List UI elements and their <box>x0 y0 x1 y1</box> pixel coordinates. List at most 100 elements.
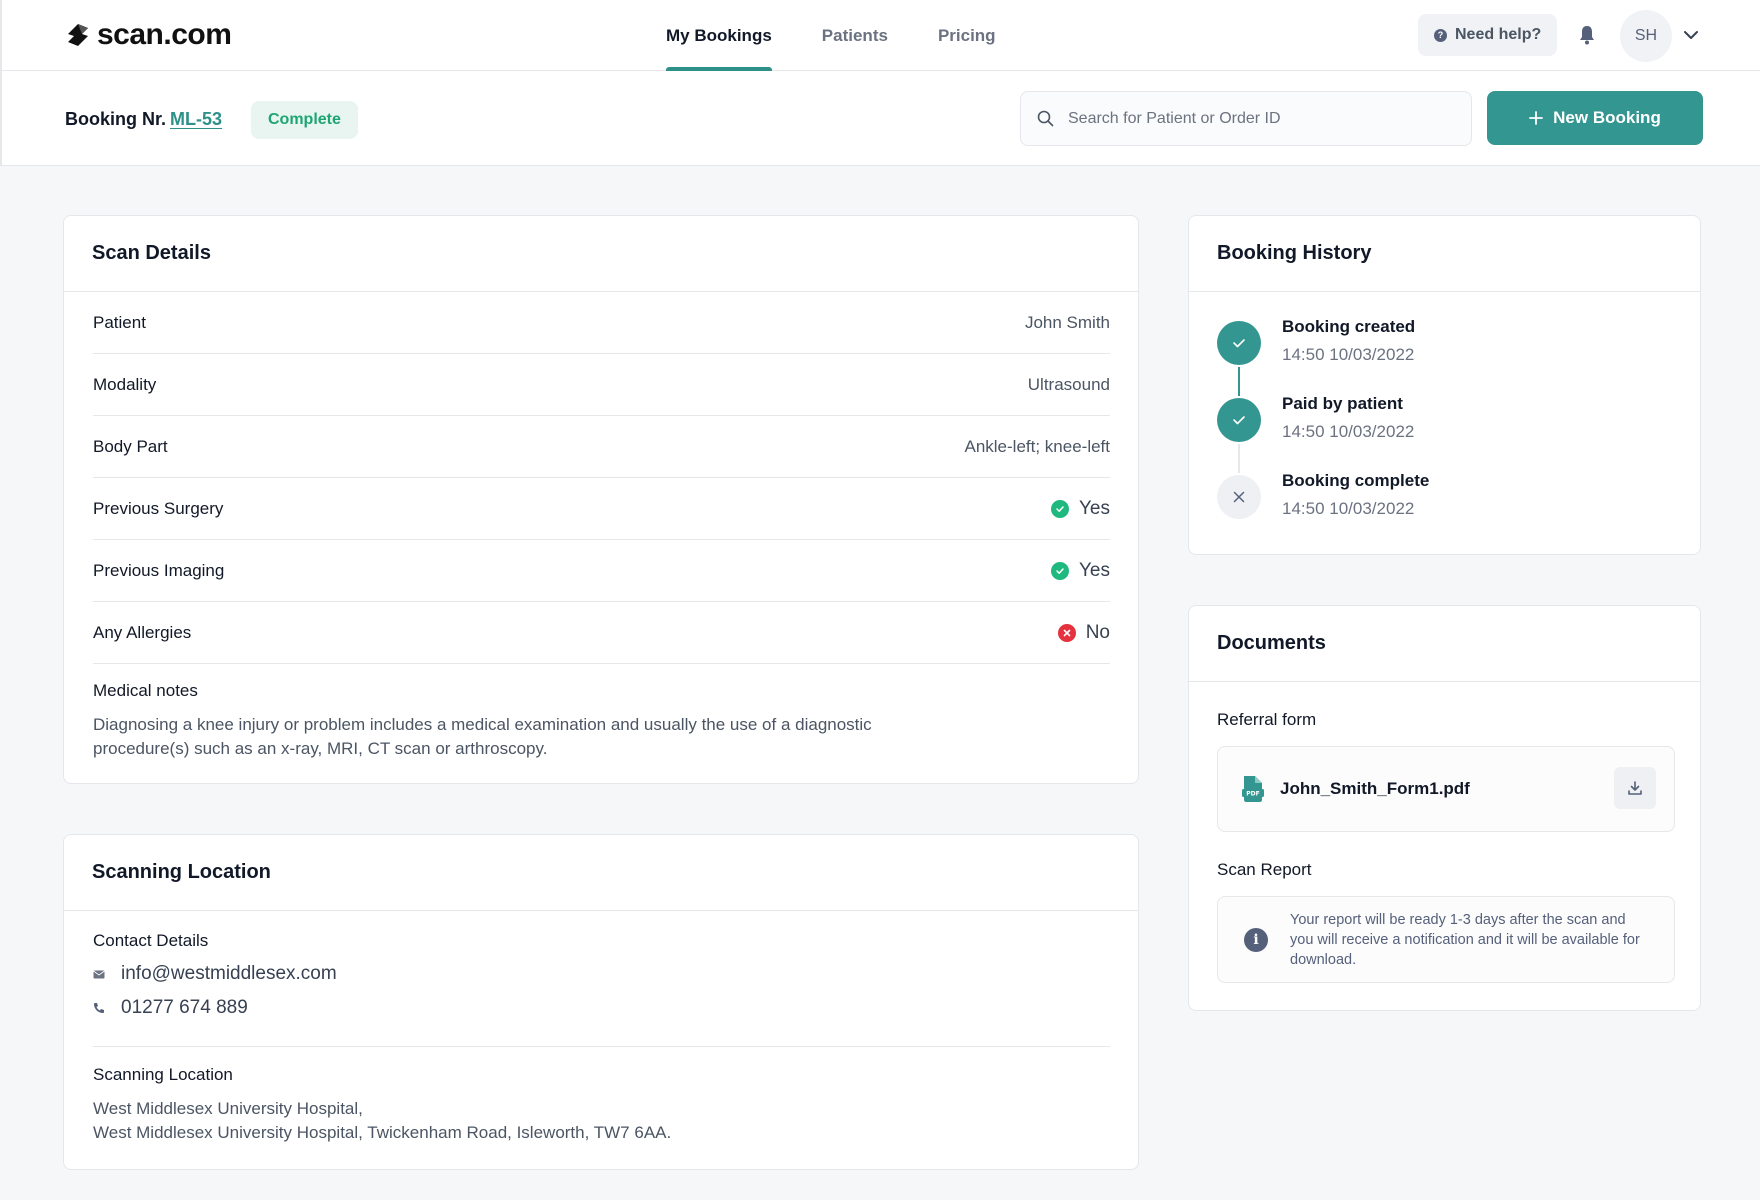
need-help-label: Need help? <box>1455 26 1542 43</box>
detail-value: John Smith <box>1024 312 1110 332</box>
timeline-connector <box>1238 444 1240 473</box>
scan-report-label: Scan Report <box>1217 860 1312 879</box>
detail-row-any-allergies: Any Allergies No <box>93 602 1110 664</box>
event-time: 14:50 10/03/2022 <box>1282 422 1415 441</box>
download-button[interactable] <box>1614 767 1656 809</box>
documents-title: Documents <box>1189 606 1700 682</box>
event-title: Paid by patient <box>1282 394 1403 413</box>
scanning-location-title: Scanning Location <box>64 835 1138 911</box>
detail-label: Patient <box>93 312 146 332</box>
detail-row-body-part: Body Part Ankle-left; knee-left <box>93 416 1110 478</box>
new-booking-button[interactable]: New Booking <box>1487 91 1703 145</box>
detail-label: Modality <box>93 374 157 394</box>
logo[interactable]: scan.com <box>65 18 232 52</box>
event-title: Booking complete <box>1282 471 1430 490</box>
history-event: Booking created 14:50 10/03/2022 <box>1217 317 1429 398</box>
scan-logo-icon <box>68 24 88 46</box>
contact-phone-row: 01277 674 889 <box>93 997 337 1019</box>
svg-text:PDF: PDF <box>1246 790 1259 797</box>
search-input[interactable] <box>1068 109 1448 128</box>
detail-row-previous-imaging: Previous Imaging Yes <box>93 540 1110 602</box>
medical-notes-label: Medical notes <box>93 681 198 700</box>
timeline-connector <box>1238 367 1240 396</box>
bell-icon[interactable] <box>1578 25 1596 45</box>
detail-value-text: No <box>1085 621 1110 643</box>
referral-form-label: Referral form <box>1217 710 1317 729</box>
booking-history-title: Booking History <box>1189 216 1700 292</box>
detail-row-modality: Modality Ultrasound <box>93 354 1110 416</box>
event-title: Booking created <box>1282 317 1416 336</box>
scan-details-card: Scan Details Patient John Smith Modality… <box>63 215 1139 784</box>
x-circle-icon <box>1057 623 1076 642</box>
nav-pricing[interactable]: Pricing <box>938 0 996 71</box>
scanning-location-label: Scanning Location <box>93 1065 233 1084</box>
address-line-2: West Middlesex University Hospital, Twic… <box>93 1123 672 1142</box>
detail-label: Previous Surgery <box>93 498 224 518</box>
plus-icon <box>1529 111 1544 125</box>
pdf-file-icon: PDF <box>1242 776 1264 802</box>
booking-label: Booking Nr. <box>65 109 167 129</box>
detail-value-text: Yes <box>1079 497 1110 519</box>
check-circle-icon <box>1051 561 1069 580</box>
detail-label: Any Allergies <box>93 622 192 642</box>
scan-report-info: i Your report will be ready 1-3 days aft… <box>1217 896 1675 983</box>
contact-details: Contact Details info@westmiddlesex.com 0… <box>93 931 337 1019</box>
contact-details-label: Contact Details <box>93 931 209 950</box>
booking-history-card: Booking History Booking created 14:50 10… <box>1188 215 1701 555</box>
check-icon <box>1217 321 1261 365</box>
scan-report-info-text: Your report will be ready 1-3 days after… <box>1290 911 1640 968</box>
check-circle-icon <box>1051 499 1069 518</box>
history-event: Paid by patient 14:50 10/03/2022 <box>1217 394 1429 475</box>
history-timeline: Booking created 14:50 10/03/2022 Paid by… <box>1217 317 1429 552</box>
status-badge: Complete <box>251 101 358 139</box>
user-avatar[interactable]: SH <box>1620 10 1672 62</box>
documents-card: Documents Referral form PDF John_Smith_F… <box>1188 605 1701 1011</box>
search-box[interactable] <box>1020 91 1472 146</box>
divider <box>93 1046 1110 1047</box>
detail-row-patient: Patient John Smith <box>93 292 1110 354</box>
detail-value: Yes <box>1051 560 1110 582</box>
event-time: 14:50 10/03/2022 <box>1282 345 1415 364</box>
detail-value: No <box>1057 621 1110 644</box>
nav-patients[interactable]: Patients <box>822 0 888 71</box>
event-time: 14:50 10/03/2022 <box>1282 499 1415 518</box>
medical-notes: Medical notes Diagnosing a knee injury o… <box>93 681 873 761</box>
download-icon <box>1628 781 1642 795</box>
chevron-down-icon[interactable] <box>1682 26 1700 44</box>
detail-value: Ankle-left; knee-left <box>964 436 1110 456</box>
info-icon: i <box>1244 927 1268 952</box>
detail-value: Ultrasound <box>1027 374 1110 394</box>
detail-label: Previous Imaging <box>93 560 225 580</box>
new-booking-label: New Booking <box>1553 108 1661 127</box>
phone-icon <box>94 1003 104 1013</box>
referral-file[interactable]: PDF John_Smith_Form1.pdf <box>1217 746 1675 832</box>
logo-text: scan.com <box>97 18 232 51</box>
need-help-button[interactable]: ? Need help? <box>1418 14 1558 56</box>
address-text: West Middlesex University Hospital, West… <box>93 1097 671 1145</box>
scanning-address: Scanning Location West Middlesex Univers… <box>93 1065 671 1145</box>
main-nav: My Bookings Patients Pricing <box>666 0 1046 71</box>
close-icon <box>1217 475 1261 519</box>
detail-value-text: Yes <box>1079 559 1110 581</box>
nav-my-bookings[interactable]: My Bookings <box>666 0 772 71</box>
top-nav-bar: scan.com My Bookings Patients Pricing ? … <box>0 0 1760 71</box>
envelope-icon <box>93 970 105 978</box>
address-line-1: West Middlesex University Hospital, <box>93 1099 363 1118</box>
booking-subheader: Booking Nr.ML-53 Complete New Booking <box>0 71 1760 166</box>
medical-notes-text: Diagnosing a knee injury or problem incl… <box>93 715 872 758</box>
contact-email-row: info@westmiddlesex.com <box>93 963 337 985</box>
booking-id-link[interactable]: ML-53 <box>170 109 222 129</box>
detail-label: Body Part <box>93 436 168 456</box>
contact-email[interactable]: info@westmiddlesex.com <box>121 963 337 985</box>
detail-value: Yes <box>1051 498 1110 520</box>
question-icon: ? <box>1434 28 1447 42</box>
check-icon <box>1217 398 1261 442</box>
contact-phone[interactable]: 01277 674 889 <box>121 997 248 1019</box>
search-icon <box>1037 110 1054 127</box>
history-event: Booking complete 14:50 10/03/2022 <box>1217 471 1429 552</box>
referral-file-name[interactable]: John_Smith_Form1.pdf <box>1280 779 1470 799</box>
scan-details-title: Scan Details <box>64 216 1138 292</box>
scanning-location-card: Scanning Location Contact Details info@w… <box>63 834 1139 1170</box>
detail-row-previous-surgery: Previous Surgery Yes <box>93 478 1110 540</box>
booking-number: Booking Nr. ML-53 <box>65 109 222 130</box>
